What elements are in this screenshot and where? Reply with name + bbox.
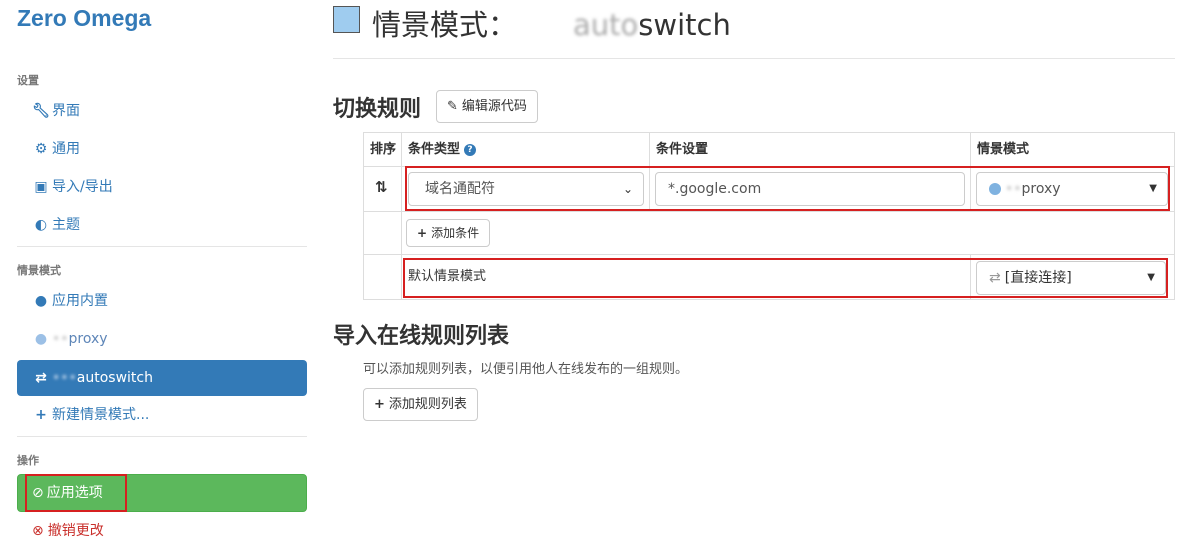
condition-pattern-input[interactable]: *.google.com	[655, 172, 965, 206]
blurred-text: •••	[52, 370, 77, 386]
condition-type-value: 域名通配符	[425, 181, 495, 197]
title-prefix: 情景模式：	[372, 8, 518, 42]
sidebar-item-label: 导入/导出	[52, 179, 113, 195]
settings-header: 设置	[17, 74, 39, 87]
table-cell	[363, 211, 402, 255]
profiles-header: 情景模式	[17, 264, 61, 277]
column-header-profile: 情景模式	[970, 132, 1175, 167]
caret-down-icon: ▼	[1149, 183, 1157, 194]
gear-icon: ⚙	[34, 141, 48, 157]
globe-icon: ●	[34, 331, 48, 347]
blurred-text: ••	[52, 331, 69, 347]
column-header-sort: 排序	[363, 132, 402, 167]
sidebar-item-general[interactable]: ⚙ 通用	[17, 131, 307, 167]
sidebar-item-autoswitch[interactable]: ⇄ •••autoswitch	[17, 360, 307, 396]
sidebar-item-label: 通用	[52, 141, 80, 157]
sort-handle-cell: ⇅	[363, 166, 402, 212]
sidebar-item-label: 应用内置	[52, 293, 108, 309]
column-header-condition-settings: 条件设置	[649, 132, 971, 167]
rule-profile-select[interactable]: ••proxy ▼	[976, 172, 1168, 206]
default-profile-value: [直接连接]	[1004, 270, 1072, 286]
close-circle-icon: ⊗	[32, 523, 44, 539]
check-circle-icon: ⊘	[32, 485, 44, 501]
plus-icon: +	[374, 397, 385, 412]
divider	[17, 436, 307, 437]
divider	[17, 246, 307, 247]
sidebar-item-interface[interactable]: 🔧︎ 界面	[17, 93, 307, 129]
rule-list-description: 可以添加规则列表，以便引用他人在线发布的一组规则。	[363, 362, 689, 377]
apply-button[interactable]: ⊘ 应用选项	[17, 474, 307, 512]
condition-type-select[interactable]: 域名通配符 ⌄	[408, 172, 644, 206]
add-rule-list-button[interactable]: + 添加规则列表	[363, 388, 478, 421]
sort-handle-icon[interactable]: ⇅	[375, 167, 388, 207]
edit-source-button[interactable]: ✎ 编辑源代码	[436, 90, 538, 123]
edit-icon: ✎	[447, 99, 458, 114]
revert-label: 撤销更改	[47, 523, 104, 539]
sidebar-item-label: proxy	[68, 331, 108, 347]
sidebar-item-label: autoswitch	[76, 370, 153, 386]
edit-source-label: 编辑源代码	[461, 99, 527, 114]
sidebar-item-builtin[interactable]: ● 应用内置	[17, 283, 307, 319]
rule-profile-value: proxy	[1021, 181, 1061, 197]
help-icon[interactable]: ?	[464, 143, 477, 156]
add-condition-button[interactable]: + 添加条件	[406, 219, 491, 247]
sidebar-item-new-profile[interactable]: + 新建情景模式...	[17, 397, 307, 433]
blurred-text: auto	[573, 8, 639, 42]
switch-rules-heading: 切换规则	[333, 97, 422, 122]
transfer-icon: ⇄	[989, 270, 1001, 286]
plus-icon: +	[417, 226, 428, 240]
table-cell	[401, 211, 1175, 255]
globe-icon	[989, 183, 1001, 195]
sidebar-item-import-export[interactable]: ▣ 导入/导出	[17, 169, 307, 205]
header-divider	[333, 58, 1175, 59]
profile-color-swatch[interactable]	[333, 6, 360, 33]
contrast-icon: ◐	[34, 217, 48, 233]
sidebar: Zero Omega 设置 🔧︎ 界面 ⚙ 通用 ▣ 导入/导出 ◐ 主题 情景模式 ●…	[0, 0, 320, 549]
sidebar-item-label: 新建情景模式...	[52, 407, 150, 423]
plus-icon: +	[35, 407, 47, 423]
wrench-icon: 🔧︎	[32, 103, 50, 119]
switch-icon: ⇄	[35, 370, 47, 386]
default-profile-select[interactable]: ⇄ [直接连接] ▼	[976, 261, 1166, 295]
sidebar-item-proxy[interactable]: ● ••proxy	[17, 321, 307, 357]
brand-logo[interactable]: Zero Omega	[17, 5, 151, 32]
blurred-text: ••	[1005, 181, 1022, 197]
caret-down-icon: ▼	[1147, 272, 1155, 283]
add-condition-label: 添加条件	[431, 226, 480, 240]
column-header-condition-type: 条件类型?	[401, 132, 650, 167]
sidebar-item-label: 界面	[52, 103, 80, 119]
revert-button[interactable]: ⊗ 撤销更改	[17, 520, 104, 542]
globe-icon: ●	[34, 293, 48, 309]
rule-list-heading: 导入在线规则列表	[333, 324, 510, 349]
column-header-label: 条件类型	[408, 142, 461, 157]
add-rule-list-label: 添加规则列表	[388, 397, 467, 412]
save-icon: ▣	[34, 179, 48, 195]
chevron-down-icon: ⌄	[622, 182, 633, 196]
page-title: 情景模式： autoswitch	[372, 2, 731, 44]
sidebar-item-theme[interactable]: ◐ 主题	[17, 207, 307, 243]
title-name: switch	[638, 8, 731, 42]
sidebar-item-label: 主题	[52, 217, 80, 233]
default-profile-label: 默认情景模式	[401, 254, 971, 300]
actions-header: 操作	[17, 454, 39, 467]
apply-label: 应用选项	[46, 485, 103, 501]
table-cell	[363, 254, 402, 300]
